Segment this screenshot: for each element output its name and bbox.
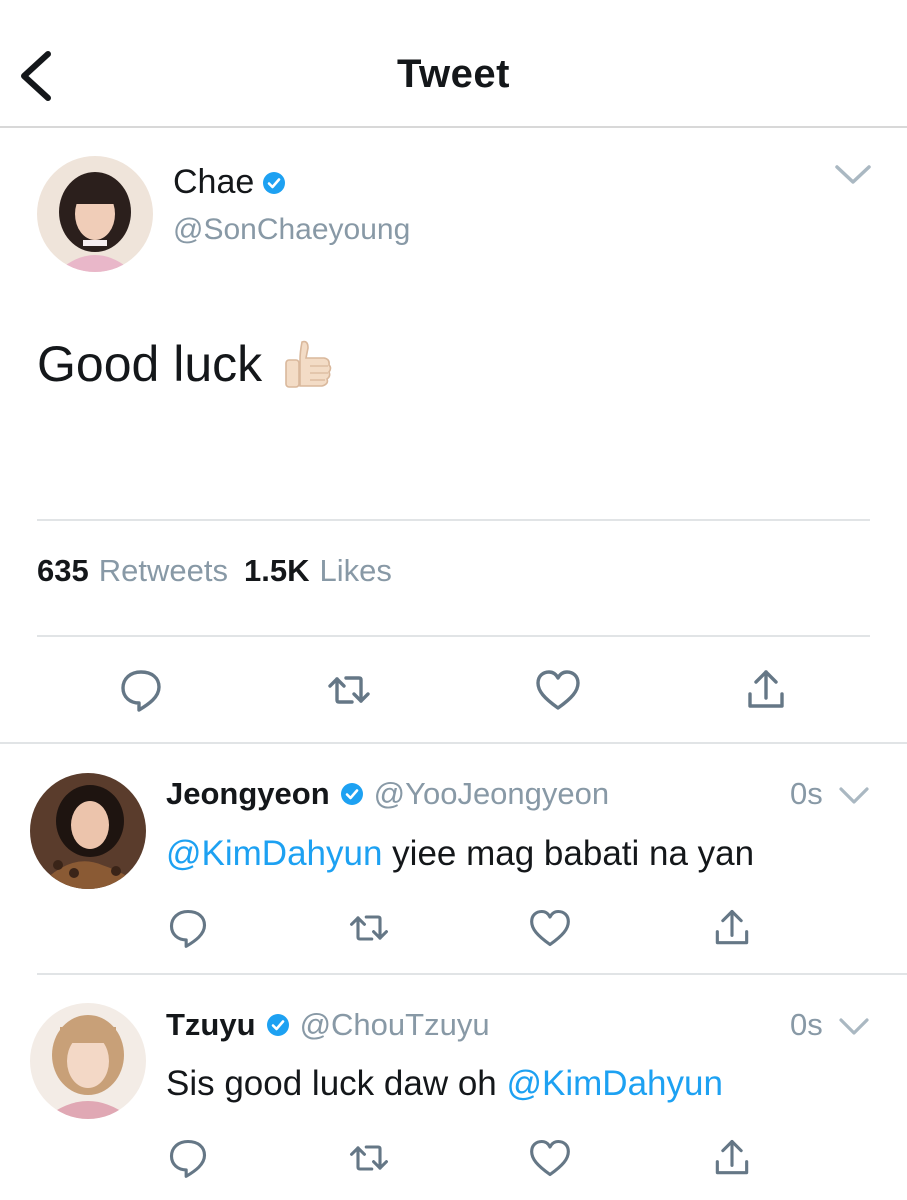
retweet-icon — [328, 676, 370, 704]
retweet-button[interactable] — [347, 1136, 391, 1180]
reply-icon — [169, 909, 207, 948]
retweets-stat[interactable]: 635 Retweets — [37, 553, 228, 589]
tweet-detail-screen: Tweet Chae @SonChaeyoung Good luck 635 R… — [0, 0, 907, 1200]
chevron-down-icon — [839, 787, 869, 804]
author-handle[interactable]: @SonChaeyoung — [173, 213, 410, 247]
reply-button[interactable] — [117, 666, 165, 714]
page-title: Tweet — [397, 52, 510, 96]
retweets-count: 635 — [37, 553, 89, 588]
reply-author-handle[interactable]: @ChouTzuyu — [300, 1007, 490, 1043]
avatar-image — [30, 773, 146, 889]
verified-badge-icon — [262, 171, 286, 195]
verified-badge-icon — [340, 782, 364, 806]
reply-author-handle[interactable]: @YooJeongyeon — [374, 776, 609, 812]
retweet-button[interactable] — [325, 666, 373, 714]
reply-timestamp: 0s — [790, 776, 823, 811]
share-icon — [715, 1139, 749, 1175]
reply-options-button[interactable] — [838, 784, 870, 808]
avatar-tzuyu[interactable] — [30, 1003, 146, 1119]
avatar-jeongyeon[interactable] — [30, 773, 146, 889]
retweet-icon — [350, 915, 388, 941]
reply-author-name[interactable]: Jeongyeon — [166, 776, 330, 812]
reply-author-row: Tzuyu @ChouTzuyu — [166, 1007, 490, 1043]
tweet-stats: 635 Retweets 1.5K Likes — [37, 553, 392, 589]
thumbs-up-emoji-icon — [280, 336, 336, 392]
reply-author-name[interactable]: Tzuyu — [166, 1007, 256, 1043]
tweet-options-button[interactable] — [834, 160, 872, 190]
share-button[interactable] — [710, 1136, 754, 1180]
likes-stat[interactable]: 1.5K Likes — [244, 553, 392, 589]
divider — [37, 973, 907, 975]
reply-icon — [169, 1139, 207, 1178]
reply-author-row: Jeongyeon @YooJeongyeon — [166, 776, 609, 812]
tweet-text-body: Good luck — [37, 336, 263, 392]
heart-icon — [530, 909, 570, 947]
chevron-down-icon — [835, 165, 871, 184]
divider — [0, 742, 907, 744]
like-button[interactable] — [534, 666, 582, 714]
avatar-image — [30, 1003, 146, 1119]
retweet-button[interactable] — [347, 906, 391, 950]
reply-text-body: yiee mag babati na yan — [382, 834, 755, 873]
like-button[interactable] — [528, 1136, 572, 1180]
mention-link[interactable]: @KimDahyun — [166, 834, 382, 873]
reply-text-body: Sis good luck daw oh — [166, 1064, 507, 1103]
mention-link[interactable]: @KimDahyun — [506, 1064, 722, 1103]
author-name-row: Chae — [173, 163, 286, 202]
reply-button[interactable] — [166, 906, 210, 950]
top-nav-bar: Tweet — [0, 0, 907, 128]
share-icon — [715, 909, 749, 945]
reply-timestamp: 0s — [790, 1007, 823, 1042]
avatar-image — [37, 156, 153, 272]
heart-icon — [530, 1139, 570, 1177]
divider — [37, 635, 870, 637]
heart-icon — [536, 670, 580, 710]
tweet-text: Good luck — [37, 335, 336, 393]
retweet-icon — [350, 1145, 388, 1171]
retweets-label: Retweets — [98, 553, 228, 588]
reply-options-button[interactable] — [838, 1015, 870, 1039]
likes-count: 1.5K — [243, 553, 310, 588]
reply-text: @KimDahyun yiee mag babati na yan — [166, 834, 754, 874]
verified-badge-icon — [266, 1013, 290, 1037]
author-name[interactable]: Chae — [173, 163, 254, 202]
likes-label: Likes — [319, 553, 392, 588]
reply-button[interactable] — [166, 1136, 210, 1180]
like-button[interactable] — [528, 906, 572, 950]
share-button[interactable] — [710, 906, 754, 950]
reply-text: Sis good luck daw oh @KimDahyun — [166, 1064, 723, 1104]
avatar-chae[interactable] — [37, 156, 153, 272]
divider — [37, 519, 870, 521]
reply-icon — [121, 670, 161, 712]
share-icon — [748, 670, 784, 708]
chevron-down-icon — [839, 1018, 869, 1035]
share-button[interactable] — [742, 666, 790, 714]
